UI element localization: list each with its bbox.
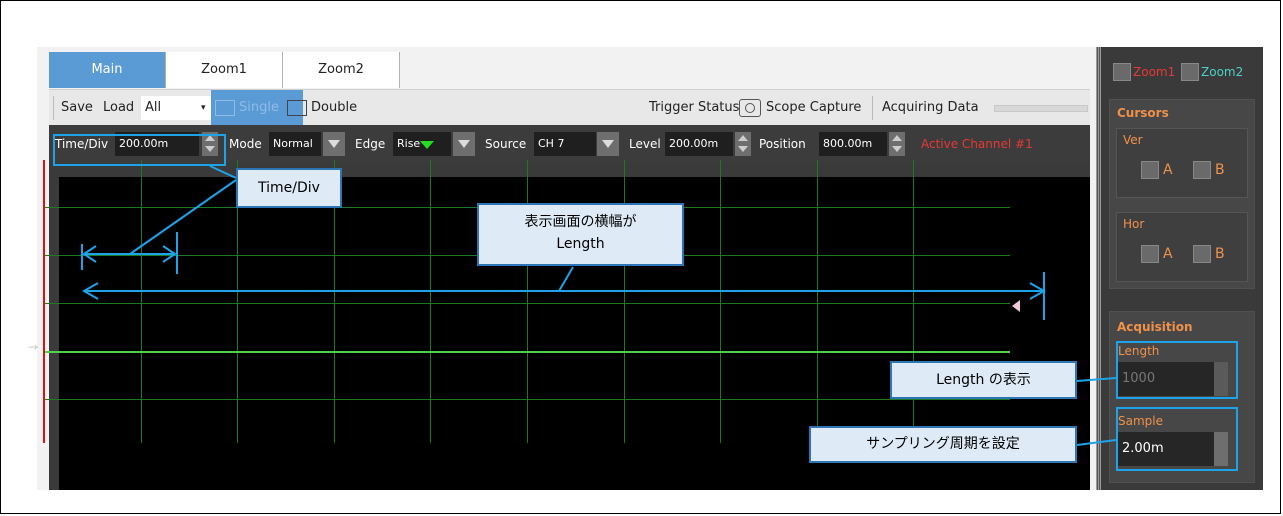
length-leader [558, 266, 574, 292]
timediv-leader-up [209, 165, 237, 179]
timediv-leader-down [129, 179, 237, 255]
sampling-leader [1076, 439, 1117, 446]
length-callout: 表示画面の横幅が Length [477, 203, 684, 266]
length-display-leader [1076, 377, 1117, 382]
sampling-callout: サンプリング周期を設定 [809, 426, 1077, 463]
length-display-callout: Length の表示 [890, 361, 1077, 399]
length-callout-line1: 表示画面の横幅が [524, 214, 637, 230]
length-callout-line2: Length [556, 236, 605, 252]
timediv-callout: Time/Div [236, 168, 342, 208]
